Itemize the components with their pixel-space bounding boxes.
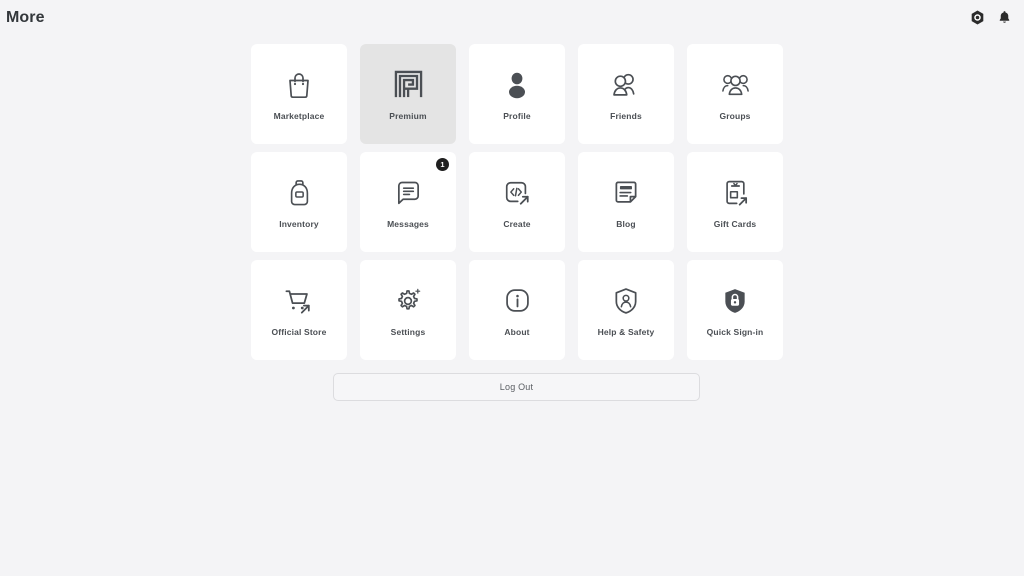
tile-blog[interactable]: Blog [578, 152, 674, 252]
top-header: More [0, 0, 1024, 34]
tile-label: Marketplace [273, 110, 325, 121]
tile-profile[interactable]: Profile [469, 44, 565, 144]
tile-label: Gift Cards [713, 218, 757, 229]
tile-premium[interactable]: Premium [360, 44, 456, 144]
tile-official-store[interactable]: Official Store [251, 260, 347, 360]
message-document-icon [395, 176, 422, 210]
tile-label: Groups [719, 110, 751, 121]
tile-friends[interactable]: Friends [578, 44, 674, 144]
shield-lock-filled-icon [722, 284, 748, 318]
tile-marketplace[interactable]: Marketplace [251, 44, 347, 144]
tile-label: Premium [389, 110, 427, 121]
tile-settings[interactable]: Settings [360, 260, 456, 360]
tile-label: Profile [503, 110, 531, 121]
header-icon-group [967, 7, 1016, 27]
gear-sparkle-icon [394, 284, 422, 318]
robux-currency-icon[interactable] [967, 7, 987, 27]
tile-help-and-safety[interactable]: Help & Safety [578, 260, 674, 360]
notification-bell-icon[interactable] [994, 7, 1014, 27]
shopping-cart-external-icon [284, 284, 314, 318]
tile-label: Quick Sign-in [706, 326, 764, 337]
tile-create[interactable]: Create [469, 152, 565, 252]
person-filled-icon [505, 68, 529, 102]
info-circle-icon [504, 284, 531, 318]
three-people-icon [720, 68, 751, 102]
messages-unread-badge: 1 [436, 158, 449, 171]
gift-card-external-icon [722, 176, 748, 210]
tile-label: Messages [387, 218, 429, 229]
blog-page-icon [613, 176, 639, 210]
code-external-link-icon [503, 176, 531, 210]
tile-label: Friends [610, 110, 642, 121]
tile-label: Official Store [271, 326, 327, 337]
backpack-icon [287, 176, 312, 210]
tile-quick-sign-in[interactable]: Quick Sign-in [687, 260, 783, 360]
log-out-button[interactable]: Log Out [333, 373, 700, 401]
tile-label: Create [503, 218, 531, 229]
tile-label: About [504, 326, 530, 337]
tile-label: Help & Safety [597, 326, 655, 337]
page-title: More [6, 9, 45, 26]
shopping-bag-icon [286, 68, 312, 102]
tile-groups[interactable]: Groups [687, 44, 783, 144]
tile-label: Inventory [279, 218, 319, 229]
premium-spiral-icon [394, 68, 423, 102]
tile-label: Blog [616, 218, 636, 229]
tile-about[interactable]: About [469, 260, 565, 360]
tile-label: Settings [390, 326, 426, 337]
more-menu-grid: Marketplace Premium Profile Friends Grou… [251, 44, 783, 360]
tile-inventory[interactable]: Inventory [251, 152, 347, 252]
two-people-icon [611, 68, 641, 102]
tile-messages[interactable]: 1 Messages [360, 152, 456, 252]
tile-gift-cards[interactable]: Gift Cards [687, 152, 783, 252]
shield-person-icon [613, 284, 639, 318]
